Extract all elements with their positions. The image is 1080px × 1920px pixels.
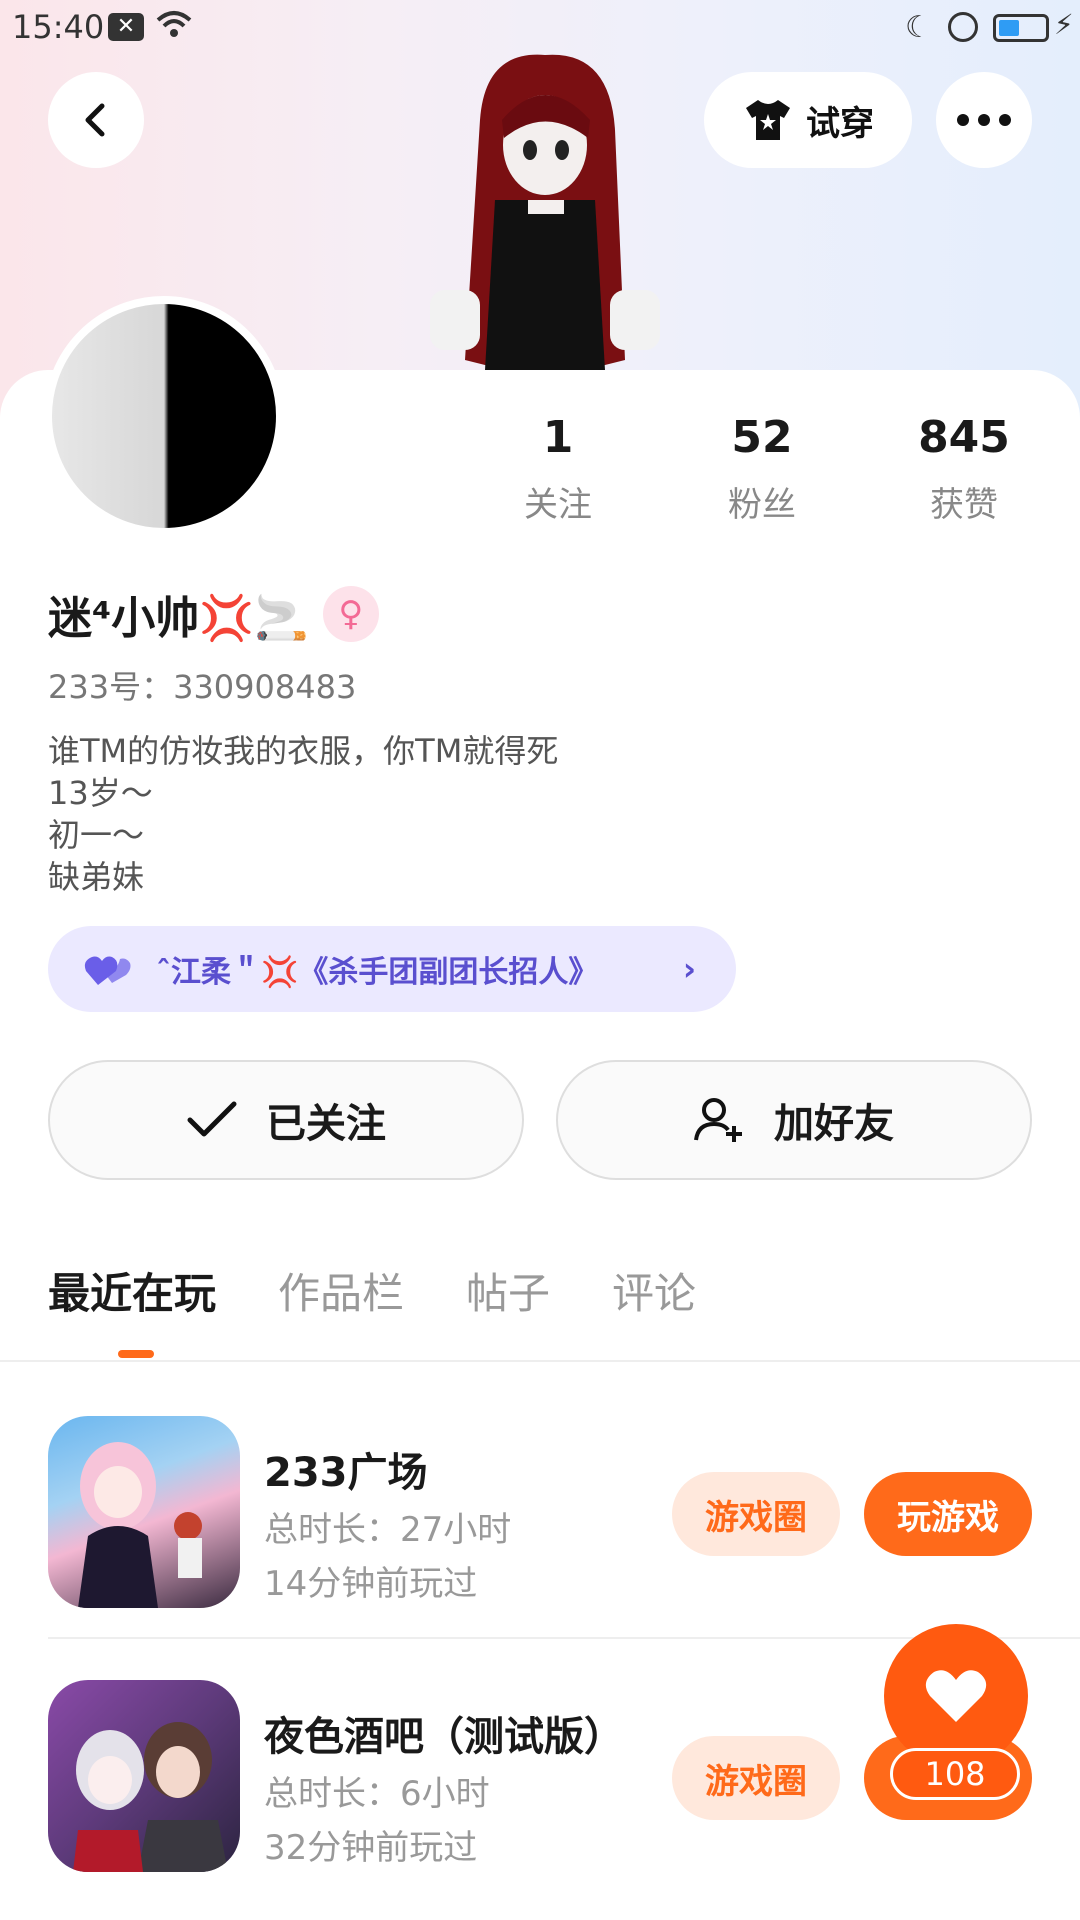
list-item[interactable]: 233广场 总时长：27小时 14分钟前玩过 游戏圈 玩游戏 <box>48 1416 1080 1616</box>
game-icon-night-bar <box>48 1680 240 1872</box>
group-link[interactable]: ˆ江柔＂💢《杀手团副团长招人》 › <box>48 926 736 1012</box>
game-title: 夜色酒吧（测试版） <box>264 1714 624 1760</box>
like-count: 108 <box>890 1748 1020 1800</box>
heart-icon <box>925 1670 987 1722</box>
stat-followers[interactable]: 52 粉丝 <box>680 412 844 526</box>
avatar[interactable] <box>44 296 284 536</box>
tab-works[interactable]: 作品栏 <box>278 1260 404 1321</box>
tab-recently-played[interactable]: 最近在玩 <box>48 1260 216 1321</box>
stat-label: 关注 <box>524 485 592 525</box>
user-name: 迷⁴小帅💢🚬 <box>48 593 309 644</box>
more-options-button[interactable] <box>936 72 1032 168</box>
game-last-played: 14分钟前玩过 <box>264 1564 478 1604</box>
tab-comments[interactable]: 评论 <box>612 1260 696 1321</box>
stat-following[interactable]: 1 关注 <box>480 412 636 526</box>
add-friend-button[interactable]: 加好友 <box>556 1060 1032 1180</box>
alarm-icon <box>948 12 978 42</box>
wifi-icon <box>156 11 192 37</box>
bio-line: 缺弟妹 <box>48 858 145 896</box>
add-friend-label: 加好友 <box>774 1101 894 1147</box>
try-on-label: 试穿 <box>806 103 874 144</box>
status-time: 15:40 <box>12 8 105 46</box>
character-avatar-image <box>430 54 660 370</box>
do-not-disturb-icon: ☾ <box>905 10 932 45</box>
tab-indicator <box>118 1350 154 1358</box>
more-dots-icon <box>957 114 1011 126</box>
stat-label: 获赞 <box>930 485 998 525</box>
female-gender-icon: ♀ <box>322 586 379 642</box>
chevron-right-icon: › <box>682 950 696 988</box>
name-row: 迷⁴小帅💢🚬 ♀ <box>48 582 379 646</box>
chevron-left-icon <box>85 103 105 137</box>
double-heart-icon <box>84 956 131 985</box>
followed-button[interactable]: 已关注 <box>48 1060 524 1180</box>
stat-label: 粉丝 <box>728 485 796 525</box>
game-icon-233-plaza <box>48 1416 240 1608</box>
bio-line: 初一～ <box>48 816 145 854</box>
stat-likes[interactable]: 845 获赞 <box>880 412 1048 526</box>
tab-posts[interactable]: 帖子 <box>466 1260 550 1321</box>
stat-value: 1 <box>542 412 574 463</box>
check-icon <box>187 1101 237 1137</box>
stat-value: 845 <box>918 412 1010 463</box>
game-title: 233广场 <box>264 1450 428 1496</box>
status-bar: 15:40 ✕ ☾ ⚡ <box>0 0 1080 56</box>
like-button[interactable] <box>884 1624 1028 1768</box>
followed-label: 已关注 <box>266 1101 386 1147</box>
bio-line: 谁TM的仿妆我的衣服，你TM就得死 <box>48 732 559 770</box>
game-last-played: 32分钟前玩过 <box>264 1828 478 1868</box>
add-friend-icon <box>694 1098 742 1142</box>
group-name: ˆ江柔＂💢《杀手团副团长招人》 <box>156 955 599 990</box>
game-duration: 总时长：27小时 <box>264 1510 512 1550</box>
divider <box>0 1360 1080 1362</box>
play-game-button[interactable]: 玩游戏 <box>864 1472 1032 1556</box>
game-circle-button[interactable]: 游戏圈 <box>672 1472 840 1556</box>
stat-value: 52 <box>731 412 793 463</box>
battery-icon <box>993 14 1049 42</box>
profile-tabs: 最近在玩 作品栏 帖子 评论 <box>48 1260 758 1321</box>
user-bio: 谁TM的仿妆我的衣服，你TM就得死 13岁～ 初一～ 缺弟妹 <box>48 730 558 898</box>
notification-icon: ✕ <box>108 13 144 41</box>
back-button[interactable] <box>48 72 144 168</box>
user-id: 233号：330908483 <box>48 668 357 706</box>
shirt-icon <box>746 100 790 140</box>
game-duration: 总时长：6小时 <box>264 1774 490 1814</box>
charging-icon: ⚡ <box>1054 8 1074 41</box>
try-on-button[interactable]: 试穿 <box>704 72 912 168</box>
bio-line: 13岁～ <box>48 774 153 812</box>
game-circle-button[interactable]: 游戏圈 <box>672 1736 840 1820</box>
